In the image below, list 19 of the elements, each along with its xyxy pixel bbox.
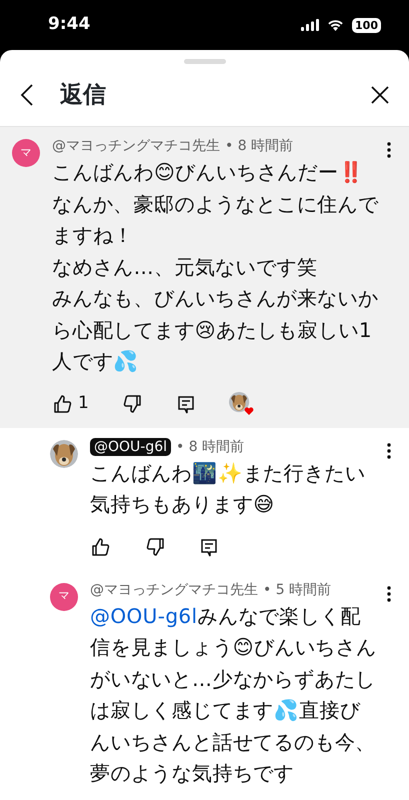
mention-link[interactable]: @OOU-g6l — [90, 604, 198, 628]
comment-time: • 8 時間前 — [176, 438, 244, 454]
comment-text: こんばんわ😊びんいちさんだー‼なんか、豪邸のようなとこに住んでますね！ — [52, 159, 379, 249]
comment-text: @OOU-g6lみんなで楽しく配信を見ましょう😊びんいちさんがいないと…少なからずあたしは寂しく感じてます💦直接びんいちさんと話せてるのも今、夢のような気持ちです — [90, 602, 378, 787]
avatar[interactable]: マ — [50, 582, 78, 610]
comment-text: こんばんわ🌃✨また行きたい気持ちもあります😅 — [90, 460, 366, 518]
like-button[interactable]: 1 — [52, 390, 89, 416]
author-name[interactable]: @マヨっチングマチコ先生 — [52, 138, 220, 154]
author-name[interactable]: @マヨっチングマチコ先生 — [90, 582, 258, 598]
comment-text: なめさん…、元気ないです笑 — [52, 254, 318, 280]
like-count: 1 — [78, 392, 89, 415]
comment-text: みんなも、びんいちさんが来ないから心配してます😢あたしも寂しい1人です💦 — [52, 285, 379, 375]
comment-time: • 5 時間前 — [263, 582, 332, 598]
page-title: 返信 — [60, 80, 107, 110]
clock-time: 9:44 — [48, 13, 90, 36]
comment-time: • 8 時間前 — [225, 138, 294, 154]
battery-indicator: 100 — [352, 18, 381, 32]
channel-owner-badge[interactable]: @OOU-g6l — [90, 438, 172, 456]
avatar[interactable]: マ — [12, 139, 40, 167]
